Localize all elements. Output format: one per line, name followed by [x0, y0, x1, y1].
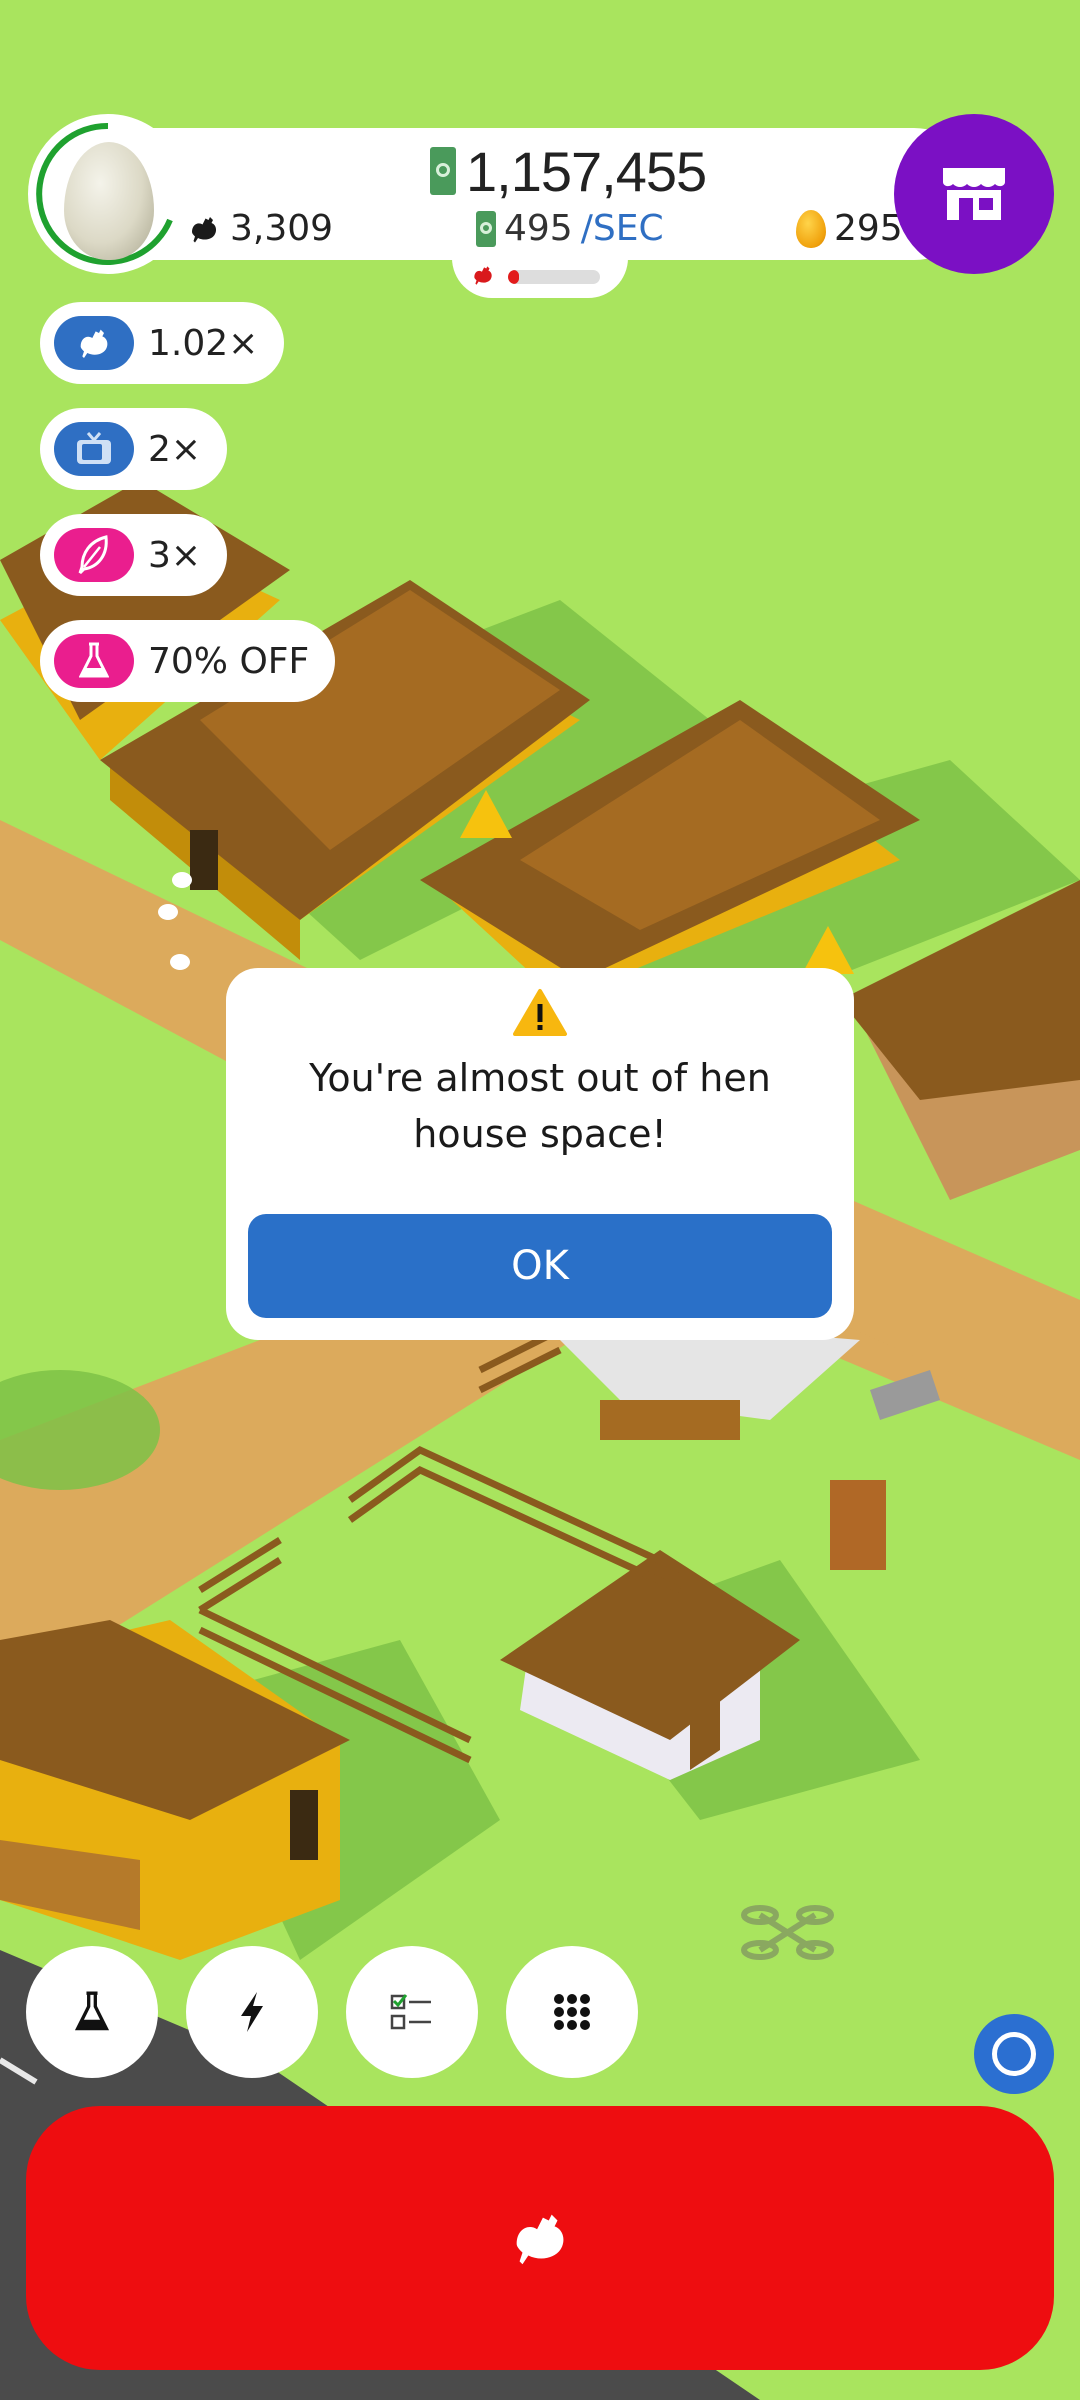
drone-progress-fill [508, 270, 520, 284]
egg-tap-button[interactable] [28, 114, 188, 274]
warning-dialog: You're almost out of hen house space! OK [226, 968, 854, 1340]
grid-icon [554, 1994, 590, 2030]
flask-icon [79, 642, 109, 678]
cash-icon [430, 147, 456, 195]
ok-button[interactable]: OK [248, 1214, 832, 1318]
income-rate-unit: /SEC [580, 208, 664, 249]
boost-icon-bg [54, 634, 134, 688]
golden-eggs: 295 [796, 208, 903, 249]
boost-label: 1.02× [148, 322, 259, 364]
video-boost-pill[interactable]: 2× [40, 408, 228, 490]
boost-label: 70% OFF [148, 640, 310, 682]
research-button[interactable] [26, 1946, 158, 2078]
drone [741, 1905, 834, 1960]
chicken-icon [80, 329, 108, 358]
golden-egg-icon [796, 209, 826, 248]
boost-label: 2× [148, 428, 202, 470]
hen-count-value: 3,309 [230, 208, 334, 249]
missions-button[interactable] [346, 1946, 478, 2078]
menu-button[interactable] [506, 1946, 638, 2078]
red-chicken-icon [474, 266, 492, 285]
money-value: 1,157,455 [466, 139, 707, 203]
chicken-icon [516, 2214, 564, 2265]
tv-icon [77, 432, 111, 464]
hen-boost-pill[interactable]: 1.02× [40, 302, 285, 384]
dialog-message: You're almost out of hen house space! [309, 1056, 771, 1156]
feather-boost-pill[interactable]: 3× [40, 514, 228, 596]
checklist-icon [390, 1994, 431, 2030]
income-rate: 495/SEC [476, 208, 664, 249]
boosts-button[interactable] [186, 1946, 318, 2078]
spawn-chicken-button[interactable] [26, 2106, 1054, 2370]
boost-icon-bg [54, 528, 134, 582]
feather-icon [78, 535, 108, 575]
income-rate-value: 495 [504, 208, 573, 249]
golden-eggs-value: 295 [834, 208, 903, 249]
assist-button[interactable] [974, 2014, 1054, 2094]
shop-button[interactable] [894, 114, 1054, 274]
chicken-icon [192, 216, 217, 242]
boost-label: 3× [148, 534, 202, 576]
research-discount-pill[interactable]: 70% OFF [40, 620, 336, 702]
circle-icon [992, 2032, 1036, 2076]
hen-count: 3,309 [186, 208, 333, 249]
lightning-icon [241, 1992, 263, 2032]
boost-icon-bg [54, 316, 134, 370]
flask-icon [75, 1991, 109, 2031]
store-icon [943, 168, 1005, 220]
warning-icon [513, 989, 567, 1036]
money-display: 1,157,455 [430, 136, 707, 206]
drone-progress-bar [508, 270, 600, 284]
boost-icon-bg [54, 422, 134, 476]
cash-icon [476, 210, 496, 247]
